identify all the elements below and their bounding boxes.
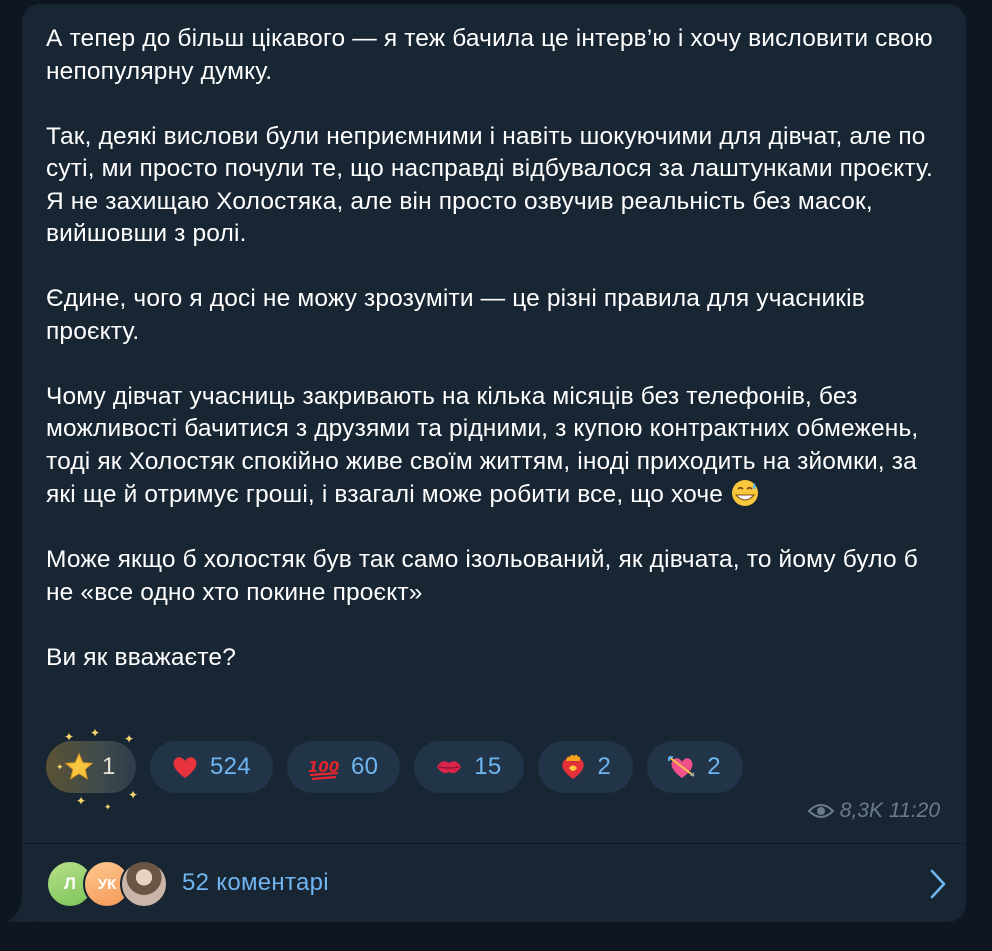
paragraph-1: А тепер до більш цікавого — я теж бачила… xyxy=(46,25,940,85)
view-count: 8,3K xyxy=(839,799,883,822)
reaction-heart[interactable]: 524 xyxy=(150,741,273,793)
reaction-kiss[interactable]: 15 xyxy=(414,741,524,793)
message-text: А тепер до більш цікавого — я теж бачила… xyxy=(46,23,951,674)
reaction-star[interactable]: ✦ ✦ ✦ ✦ ✦ ✦ ✦ 1 xyxy=(46,727,138,812)
reaction-star-count: 1 xyxy=(102,753,116,780)
commenter-avatars: Л УК xyxy=(46,858,172,908)
paragraph-2: Так, деякі вислови були неприємними і на… xyxy=(46,122,940,248)
paragraph-3: Єдине, чого я досі не можу зрозуміти — ц… xyxy=(46,285,872,345)
kiss-mark-emoji-icon xyxy=(437,761,462,774)
message-meta: 8,3K 11:20 xyxy=(807,799,940,823)
chevron-right-icon xyxy=(930,869,946,899)
reaction-heart-fire[interactable]: 2 xyxy=(537,741,634,793)
eye-icon xyxy=(807,804,834,818)
message-time: 11:20 xyxy=(889,799,940,822)
reaction-hundred-count: 60 xyxy=(350,753,379,780)
message-bubble: А тепер до більш цікавого — я теж бачила… xyxy=(22,4,966,922)
comments-count-label: 52 коментарі xyxy=(182,869,329,896)
paragraph-6: Ви як вважаєте? xyxy=(46,643,236,671)
hundred-points-emoji-icon: 100 xyxy=(308,758,339,781)
heart-with-arrow-emoji-icon xyxy=(668,756,695,778)
red-heart-emoji-icon xyxy=(173,757,197,778)
paragraph-4: Чому дівчат учасниць закривають на кільк… xyxy=(46,382,919,509)
heart-on-fire-emoji-icon xyxy=(561,754,584,779)
paragraph-4-wrap: Чому дівчат учасниць закривають на кільк… xyxy=(46,381,951,512)
sweat-smile-emoji-icon xyxy=(732,480,759,506)
comments-button[interactable]: Л УК 52 коментарі xyxy=(22,844,966,922)
reaction-kiss-count: 15 xyxy=(474,753,502,780)
star-emoji-icon xyxy=(64,752,94,780)
paragraph-5: Може якщо б холостяк був так само ізольо… xyxy=(46,546,925,606)
reaction-hundred[interactable]: 100 60 xyxy=(286,741,401,793)
reaction-heart-count: 524 xyxy=(210,753,251,780)
avatar-photo xyxy=(120,860,168,908)
reaction-heart-fire-count: 2 xyxy=(597,753,612,780)
reactions-bar: ✦ ✦ ✦ ✦ ✦ ✦ ✦ 1 524 100 60 15 2 2 xyxy=(46,727,743,812)
reaction-heart-arrow[interactable]: 2 xyxy=(647,741,743,793)
reaction-heart-arrow-count: 2 xyxy=(707,753,721,780)
bubble-tail xyxy=(6,896,36,922)
